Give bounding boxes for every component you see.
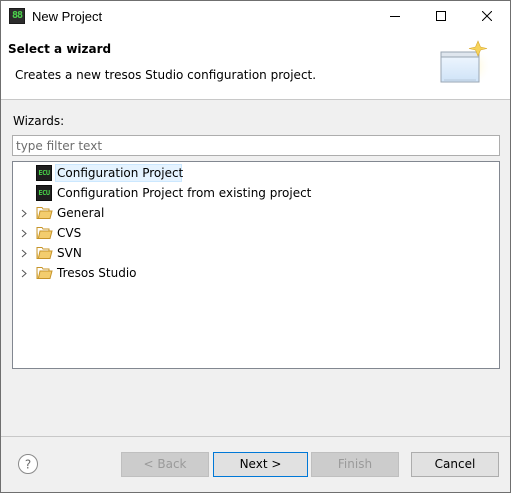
back-button[interactable]: < Back [121, 452, 209, 477]
chevron-right-icon[interactable] [21, 229, 27, 238]
help-icon[interactable]: ? [17, 453, 39, 475]
filter-input[interactable] [12, 135, 500, 156]
tree-item-label: Configuration Project [57, 166, 184, 180]
title-bar: 88 New Project [1, 1, 510, 32]
wizards-label: Wizards: [13, 114, 65, 128]
close-icon [482, 11, 492, 21]
tree-item-svn[interactable]: SVN [13, 243, 499, 263]
new-project-dialog: 88 New Project Select a wizard Creates a… [0, 0, 511, 493]
finish-button[interactable]: Finish [311, 452, 399, 477]
maximize-button[interactable] [418, 1, 464, 32]
svg-text:?: ? [25, 458, 31, 472]
page-title: Select a wizard [8, 42, 112, 56]
chevron-right-icon[interactable] [21, 269, 27, 278]
tree-item-tresos-studio[interactable]: Tresos Studio [13, 263, 499, 283]
tree-item-label: Configuration Project from existing proj… [57, 186, 312, 200]
ecu-project-icon: ECU [36, 165, 52, 181]
tree-item-label: CVS [57, 226, 82, 240]
wizard-tree[interactable]: ECU Configuration Project ECU Configurat… [12, 161, 500, 369]
wizard-header: Select a wizard Creates a new tresos Stu… [1, 32, 510, 100]
tree-item-configuration-project[interactable]: ECU Configuration Project [13, 163, 499, 183]
minimize-icon [390, 16, 400, 17]
window-title: New Project [32, 9, 103, 24]
page-description: Creates a new tresos Studio configuratio… [15, 68, 317, 82]
new-wizard-icon [440, 40, 492, 86]
folder-icon [36, 227, 53, 239]
tree-item-cvs[interactable]: CVS [13, 223, 499, 243]
tree-item-configuration-project-existing[interactable]: ECU Configuration Project from existing … [13, 183, 499, 203]
chevron-right-icon[interactable] [21, 209, 27, 218]
tree-item-label: Tresos Studio [57, 266, 137, 280]
close-button[interactable] [464, 1, 510, 32]
footer-divider [1, 436, 510, 437]
tree-item-label: SVN [57, 246, 82, 260]
folder-icon [36, 207, 53, 219]
next-button[interactable]: Next > [213, 452, 308, 477]
chevron-right-icon[interactable] [21, 249, 27, 258]
ecu-project-icon: ECU [36, 185, 52, 201]
folder-icon [36, 267, 53, 279]
tree-item-label: General [57, 206, 105, 220]
minimize-button[interactable] [372, 1, 418, 32]
folder-icon [36, 247, 53, 259]
maximize-icon [436, 11, 446, 21]
cancel-button[interactable]: Cancel [411, 452, 499, 477]
app-icon: 88 [9, 8, 25, 24]
tree-item-general[interactable]: General [13, 203, 499, 223]
